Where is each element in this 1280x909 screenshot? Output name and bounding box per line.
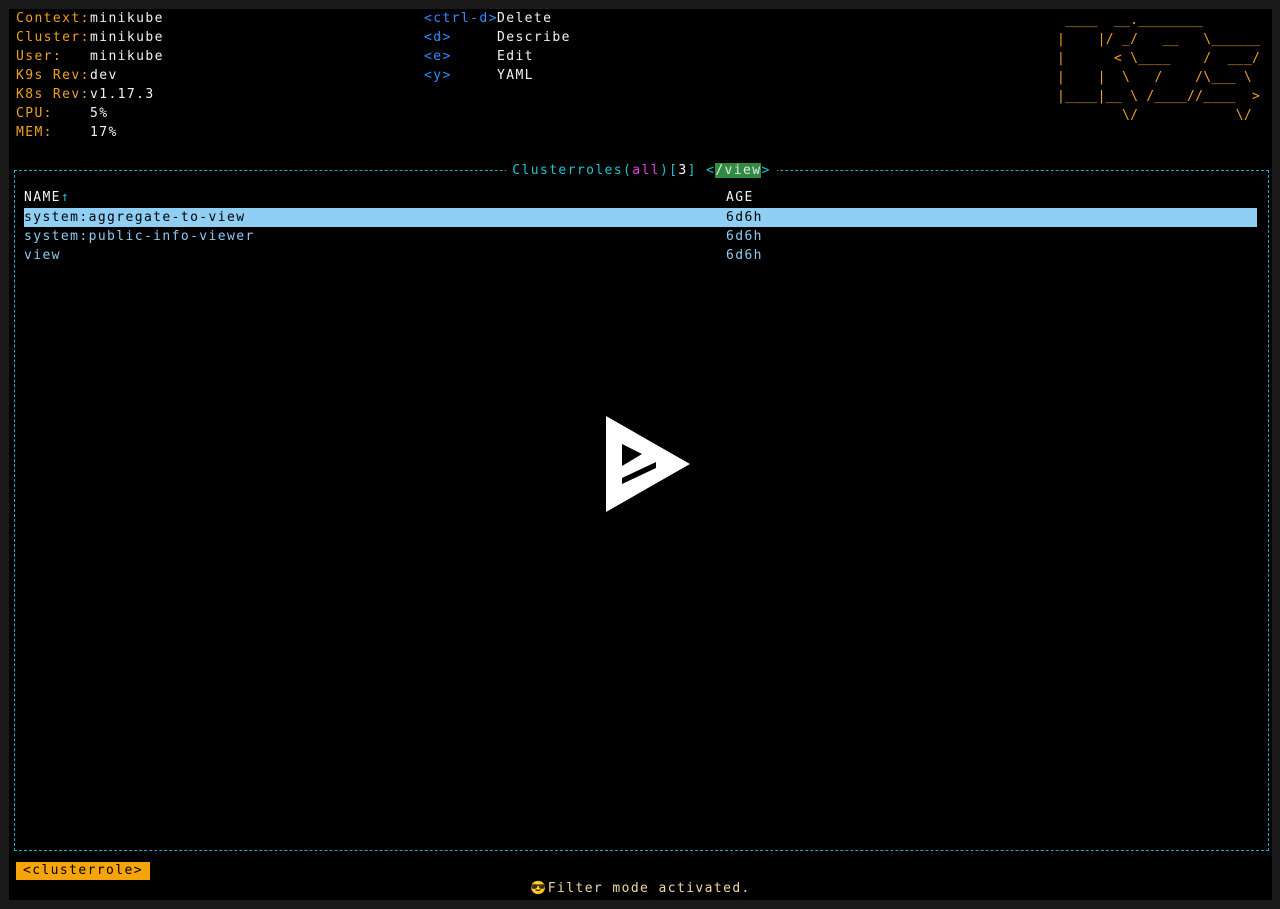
table-filter: /view bbox=[715, 163, 762, 178]
cell-name: system:public-info-viewer bbox=[24, 229, 255, 244]
info-value: minikube bbox=[90, 11, 164, 26]
info-value: 17% bbox=[90, 125, 118, 140]
info-key: User: bbox=[16, 49, 63, 64]
cell-name: view bbox=[24, 248, 61, 263]
table-row[interactable]: system:aggregate-to-view 6d6h bbox=[24, 208, 1257, 227]
info-key: Cluster: bbox=[16, 30, 90, 45]
hotkey-action: Edit bbox=[497, 49, 534, 64]
hotkey-action: Delete bbox=[497, 11, 553, 26]
flash-message: 😎Filter mode activated. bbox=[530, 881, 751, 896]
info-key: MEM: bbox=[16, 125, 53, 140]
info-value: 5% bbox=[90, 106, 109, 121]
table-row[interactable]: view 6d6h bbox=[24, 246, 1257, 265]
hotkey-action: YAML bbox=[497, 68, 534, 83]
column-header-name[interactable]: NAME↑ bbox=[24, 188, 70, 207]
hotkey: <d> bbox=[424, 30, 452, 45]
hotkey: <y> bbox=[424, 68, 452, 83]
info-value: minikube bbox=[90, 49, 164, 64]
k9s-logo: ____ __.________ | |/ _/ __ \______ | < … bbox=[1057, 13, 1261, 123]
hotkey: <e> bbox=[424, 49, 452, 64]
table-count: 3 bbox=[678, 163, 688, 178]
hotkey: <ctrl-d> bbox=[424, 11, 498, 26]
cell-name: system:aggregate-to-view bbox=[24, 210, 246, 225]
info-key: K8s Rev: bbox=[16, 87, 90, 102]
info-key: Context: bbox=[16, 11, 90, 26]
info-key: CPU: bbox=[16, 106, 53, 121]
info-value: minikube bbox=[90, 30, 164, 45]
info-value: dev bbox=[90, 68, 118, 83]
table-namespace: all bbox=[632, 163, 660, 178]
cell-age: 6d6h bbox=[726, 210, 763, 225]
table-row[interactable]: system:public-info-viewer 6d6h bbox=[24, 227, 1257, 246]
breadcrumb[interactable]: <clusterrole> bbox=[16, 862, 150, 880]
hotkey-action: Describe bbox=[497, 30, 571, 45]
table-resource: Clusterroles bbox=[512, 163, 624, 178]
table-title: Clusterroles(all)[3] </view> bbox=[15, 161, 1268, 180]
cell-age: 6d6h bbox=[726, 229, 763, 244]
cell-age: 6d6h bbox=[726, 248, 763, 263]
sort-arrow-icon: ↑ bbox=[60, 190, 71, 205]
play-icon[interactable] bbox=[606, 416, 690, 512]
info-value: v1.17.3 bbox=[90, 87, 155, 102]
terminal-window: Context: minikube Cluster: minikube User… bbox=[9, 9, 1272, 900]
info-key: K9s Rev: bbox=[16, 68, 90, 83]
column-header-age[interactable]: AGE bbox=[726, 188, 754, 207]
